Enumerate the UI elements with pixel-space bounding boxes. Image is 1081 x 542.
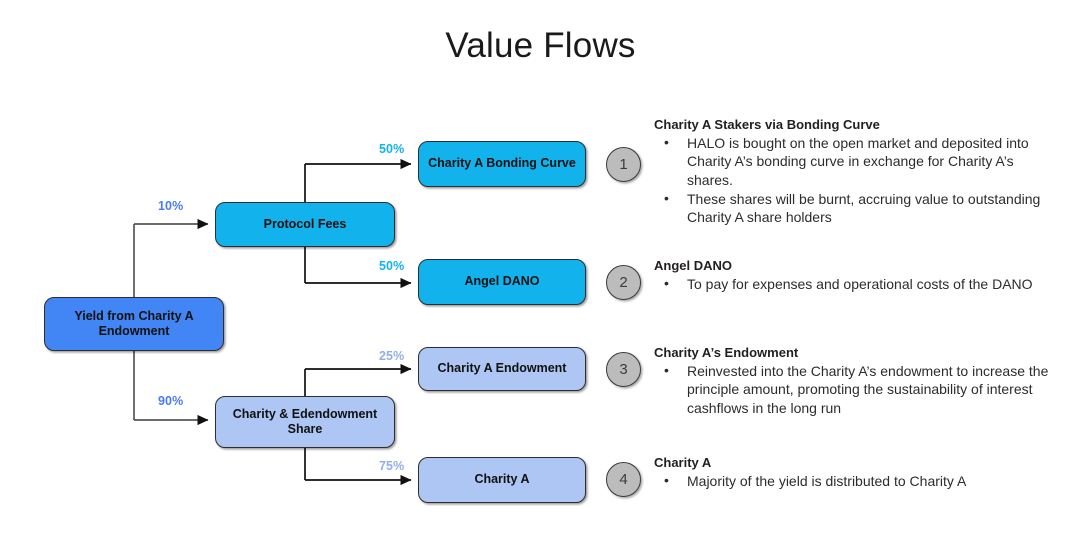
- bullet-icon: •: [664, 472, 669, 489]
- note-bullet: • Reinvested into the Charity A’s endowme…: [654, 362, 1054, 417]
- bullet-icon: •: [664, 134, 669, 151]
- node-label: Charity & Edendowment Share: [232, 406, 378, 436]
- note-heading: Charity A’s Endowment: [654, 345, 799, 360]
- bullet-icon: •: [664, 275, 669, 292]
- node-label: Charity A Endowment: [437, 361, 567, 376]
- note-bullet-list: • To pay for expenses and operational cos…: [654, 275, 1054, 293]
- note-bullet-text: HALO is bought on the open market and de…: [687, 135, 1029, 188]
- node-protocol-fees[interactable]: Protocol Fees: [215, 202, 395, 247]
- badge-number-3: 3: [606, 352, 641, 387]
- bullet-icon: •: [664, 189, 669, 206]
- edge-label-yield-to-protocol-fees: 10%: [158, 199, 184, 213]
- badge-label: 3: [619, 361, 628, 378]
- edge-label-share-to-endowment: 25%: [379, 349, 405, 363]
- page-title: Value Flows: [445, 26, 636, 65]
- node-label: Charity A Bonding Curve: [428, 156, 576, 171]
- note-bullet: • HALO is bought on the open market and d…: [654, 134, 1054, 189]
- note-bullet: • These shares will be burnt, accruing va…: [654, 190, 1054, 226]
- badge-number-4: 4: [606, 462, 641, 497]
- node-label: Yield from Charity A Endowment: [74, 308, 194, 338]
- node-label: Protocol Fees: [263, 216, 347, 231]
- note-bullet: • Majority of the yield is distributed to…: [654, 472, 1054, 490]
- node-charity-a-bonding-curve[interactable]: Charity A Bonding Curve: [418, 141, 586, 187]
- note-bullet-text: To pay for expenses and operational cost…: [687, 276, 1033, 293]
- badge-label: 2: [619, 274, 628, 291]
- note-charity-a-stakers: Charity A Stakers via Bonding Curve • HAL…: [654, 117, 1054, 227]
- diagram-canvas: Value Flows Yield from Charity A Endowme…: [0, 0, 1081, 542]
- node-angel-dano[interactable]: Angel DANO: [418, 259, 586, 305]
- note-bullet-list: • Majority of the yield is distributed to…: [654, 472, 1054, 490]
- note-charity-a-endowment: Charity A’s Endowment • Reinvested into t…: [654, 345, 1054, 418]
- note-bullet-text: Majority of the yield is distributed to …: [687, 473, 967, 490]
- node-label: Charity A: [474, 472, 530, 487]
- edge-label-share-to-charity-a: 75%: [379, 459, 405, 473]
- badge-label: 4: [619, 471, 628, 488]
- node-yield-from-charity-a-endowment[interactable]: Yield from Charity A Endowment: [44, 297, 224, 351]
- edge-label-fees-to-bonding-curve: 50%: [379, 142, 405, 156]
- edge-label-yield-to-share: 90%: [158, 394, 184, 408]
- node-charity-and-endowment-share[interactable]: Charity & Edendowment Share: [215, 396, 395, 448]
- node-charity-a[interactable]: Charity A: [418, 457, 586, 503]
- note-heading: Charity A Stakers via Bonding Curve: [654, 117, 880, 132]
- badge-number-1: 1: [606, 147, 641, 182]
- edge-label-fees-to-angel-dano: 50%: [379, 259, 405, 273]
- note-bullet: • To pay for expenses and operational cos…: [654, 275, 1054, 293]
- badge-number-2: 2: [606, 265, 641, 300]
- note-angel-dano: Angel DANO • To pay for expenses and oper…: [654, 258, 1054, 294]
- node-charity-a-endowment[interactable]: Charity A Endowment: [418, 347, 586, 391]
- note-heading: Charity A: [654, 455, 712, 470]
- note-charity-a: Charity A • Majority of the yield is dist…: [654, 455, 1054, 491]
- note-bullet-text: These shares will be burnt, accruing val…: [687, 190, 1041, 225]
- note-heading: Angel DANO: [654, 258, 732, 273]
- node-label: Angel DANO: [464, 274, 540, 289]
- note-bullet-list: • Reinvested into the Charity A’s endowme…: [654, 362, 1054, 417]
- note-bullet-text: Reinvested into the Charity A’s endowmen…: [687, 363, 1049, 416]
- bullet-icon: •: [664, 362, 669, 379]
- badge-label: 1: [619, 156, 628, 173]
- note-bullet-list: • HALO is bought on the open market and d…: [654, 134, 1054, 226]
